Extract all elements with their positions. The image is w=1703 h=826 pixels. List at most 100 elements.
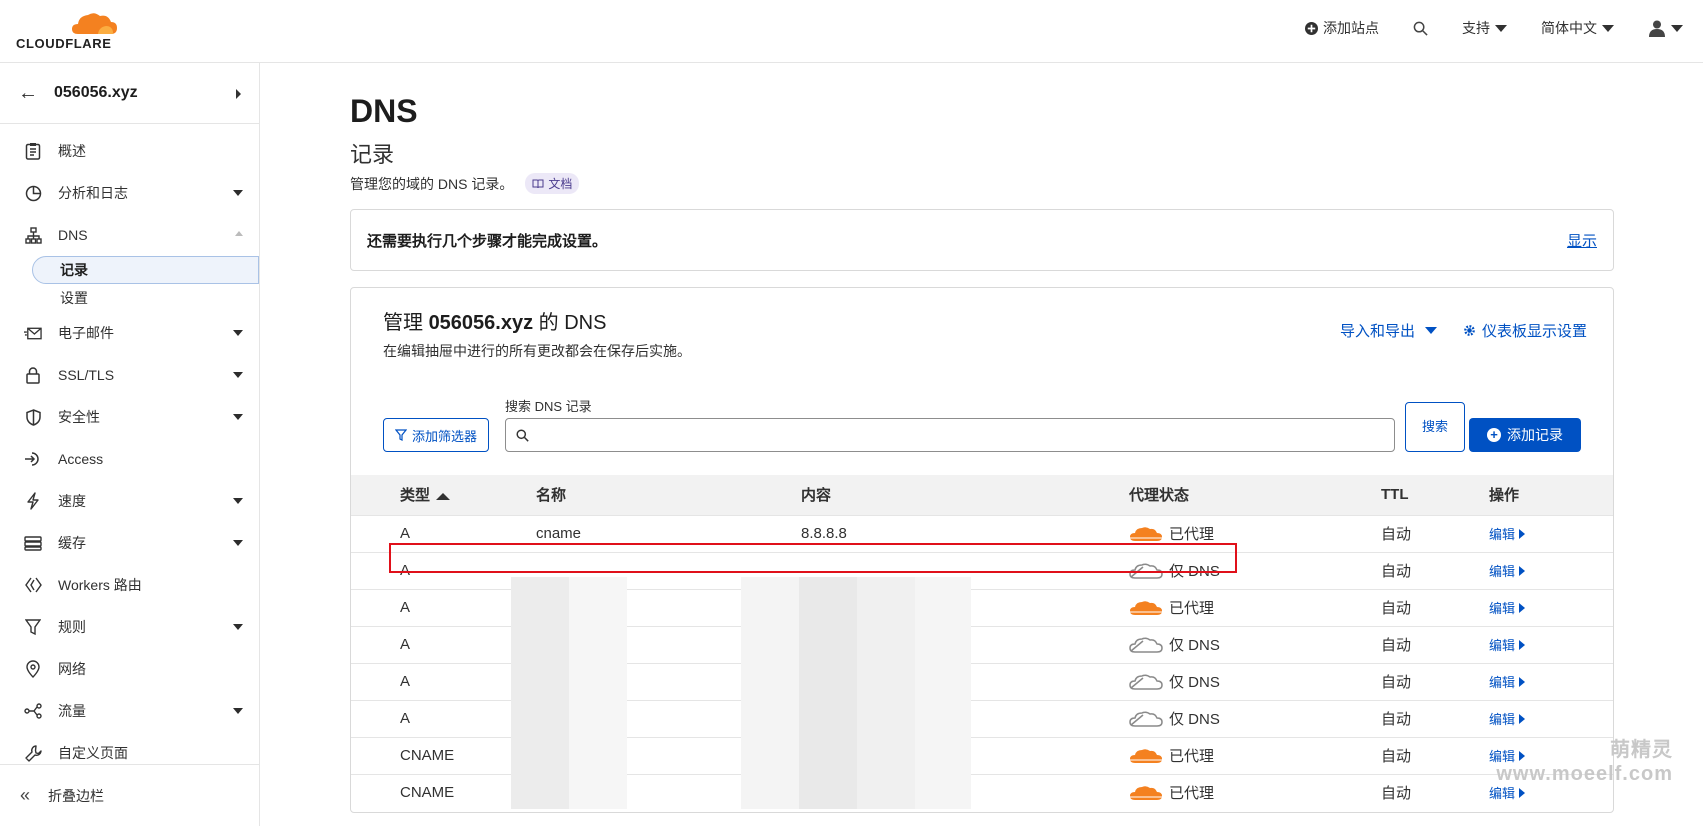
lock-icon bbox=[24, 366, 42, 384]
chevron-down-icon bbox=[233, 498, 243, 504]
watermark-line2: www.moeelf.com bbox=[1496, 763, 1673, 785]
sidebar-item-security[interactable]: 安全性 bbox=[0, 396, 259, 438]
language-menu[interactable]: 简体中文 bbox=[1541, 18, 1614, 38]
docs-label: 文档 bbox=[548, 177, 573, 191]
chevron-down-icon bbox=[233, 330, 243, 336]
sidebar-item-label: 缓存 bbox=[58, 535, 86, 551]
chevron-down-icon bbox=[233, 372, 243, 378]
proxy-status-label: 已代理 bbox=[1169, 600, 1215, 617]
cell-proxy-status: 仅 DNS bbox=[1129, 662, 1381, 700]
search-icon bbox=[1413, 21, 1428, 36]
add-site-button[interactable]: 添加站点 bbox=[1305, 18, 1379, 38]
add-filter-button[interactable]: 添加筛选器 bbox=[383, 418, 489, 452]
sidebar-item-access[interactable]: Access bbox=[0, 438, 259, 480]
top-header: CLOUDFLARE 添加站点 支持 简体中文 bbox=[0, 0, 1703, 63]
cell-ttl: 自动 bbox=[1381, 551, 1489, 589]
cell-actions: 编辑 bbox=[1489, 699, 1613, 737]
edit-button[interactable]: 编辑 bbox=[1489, 524, 1526, 543]
sidebar-item-traffic[interactable]: 流量 bbox=[0, 690, 259, 732]
chevron-down-icon bbox=[233, 624, 243, 630]
sidebar-item-label: Workers 路由 bbox=[58, 577, 142, 593]
sidebar-item-label: 网络 bbox=[58, 661, 86, 677]
arrow-left-icon[interactable]: ← bbox=[18, 82, 38, 105]
edit-button[interactable]: 编辑 bbox=[1489, 709, 1526, 728]
column-header-ttl: TTL bbox=[1381, 475, 1489, 515]
book-icon bbox=[532, 179, 544, 188]
shield-icon bbox=[24, 408, 42, 426]
import-export-menu[interactable]: 导入和导出 bbox=[1340, 320, 1437, 341]
location-pin-icon bbox=[24, 660, 42, 678]
search-button[interactable] bbox=[1413, 21, 1428, 36]
filter-icon bbox=[394, 429, 407, 441]
cell-proxy-status: 已代理 bbox=[1129, 736, 1381, 774]
sidebar-item-overview[interactable]: 概述 bbox=[0, 130, 259, 172]
cell-ttl: 自动 bbox=[1381, 588, 1489, 626]
cell-ttl: 自动 bbox=[1381, 773, 1489, 811]
watermark-line1: 萌精灵 bbox=[1610, 739, 1673, 761]
sidebar-item-workers-routes[interactable]: Workers 路由 bbox=[0, 564, 259, 606]
edit-button[interactable]: 编辑 bbox=[1489, 635, 1526, 654]
edit-button[interactable]: 编辑 bbox=[1489, 672, 1526, 691]
column-header-type[interactable]: 类型 bbox=[351, 475, 536, 515]
chevron-right-icon[interactable] bbox=[236, 89, 241, 99]
edit-label: 编辑 bbox=[1489, 564, 1516, 579]
clipboard-icon bbox=[24, 142, 42, 160]
chevron-right-icon bbox=[1519, 713, 1526, 724]
chevron-down-icon bbox=[233, 190, 243, 196]
cell-ttl: 自动 bbox=[1381, 514, 1489, 552]
cell-type: A bbox=[351, 699, 536, 737]
redacted-block bbox=[857, 577, 915, 809]
sidebar-item-rules[interactable]: 规则 bbox=[0, 606, 259, 648]
collapse-sidebar-button[interactable]: « 折叠边栏 bbox=[0, 764, 259, 826]
user-menu[interactable] bbox=[1648, 19, 1683, 37]
proxied-cloud-icon bbox=[1129, 785, 1162, 800]
sidebar-item-dns[interactable]: DNS bbox=[0, 214, 259, 256]
card-title-domain: 056056.xyz bbox=[428, 312, 534, 334]
lightning-icon bbox=[24, 492, 42, 510]
cell-ttl: 自动 bbox=[1381, 699, 1489, 737]
edit-button[interactable]: 编辑 bbox=[1489, 598, 1526, 617]
sidebar-item-ssl[interactable]: SSL/TLS bbox=[0, 354, 259, 396]
chevron-down-icon bbox=[233, 540, 243, 546]
page-title: DNS bbox=[350, 93, 418, 129]
dns-search-input[interactable] bbox=[505, 418, 1395, 452]
edit-button[interactable]: 编辑 bbox=[1489, 783, 1526, 802]
sidebar-domain-header[interactable]: ← 056056.xyz bbox=[0, 63, 259, 124]
language-label: 简体中文 bbox=[1541, 20, 1597, 36]
cell-type: A bbox=[351, 662, 536, 700]
add-site-label: 添加站点 bbox=[1323, 20, 1379, 36]
cloudflare-logo[interactable]: CLOUDFLARE bbox=[16, 10, 126, 52]
sidebar-sub-records[interactable]: 记录 bbox=[32, 256, 259, 284]
sidebar-sub-settings[interactable]: 设置 bbox=[0, 284, 259, 312]
sidebar-item-analytics[interactable]: 分析和日志 bbox=[0, 172, 259, 214]
redacted-block bbox=[511, 577, 569, 809]
docs-link[interactable]: 文档 bbox=[525, 173, 580, 194]
chevron-down-icon bbox=[233, 414, 243, 420]
edit-label: 编辑 bbox=[1489, 638, 1516, 653]
chevron-right-icon bbox=[1519, 676, 1526, 687]
chevron-down-icon bbox=[233, 708, 243, 714]
add-record-button[interactable]: + 添加记录 bbox=[1469, 418, 1581, 452]
sidebar-item-speed[interactable]: 速度 bbox=[0, 480, 259, 522]
sidebar-item-label: 概述 bbox=[58, 143, 86, 159]
cell-type: CNAME bbox=[351, 773, 536, 811]
dns-records-card: 管理 056056.xyz 的 DNS 在编辑抽屉中进行的所有更改都会在保存后实… bbox=[350, 287, 1614, 813]
chevron-down-icon bbox=[1671, 24, 1683, 32]
workers-icon bbox=[24, 576, 42, 594]
column-header-label: 类型 bbox=[400, 487, 431, 505]
support-menu[interactable]: 支持 bbox=[1462, 18, 1507, 38]
notice-show-link[interactable]: 显示 bbox=[1567, 230, 1597, 251]
page-subtitle: 记录 bbox=[350, 142, 395, 167]
proxied-cloud-icon bbox=[1129, 748, 1162, 763]
sidebar-item-email[interactable]: 电子邮件 bbox=[0, 312, 259, 354]
proxy-status-label: 已代理 bbox=[1169, 785, 1215, 803]
edit-button[interactable]: 编辑 bbox=[1489, 561, 1526, 580]
chevron-right-icon bbox=[1519, 639, 1526, 650]
gear-icon bbox=[1464, 325, 1475, 336]
sidebar-item-network[interactable]: 网络 bbox=[0, 648, 259, 690]
search-submit-button[interactable]: 搜索 bbox=[1405, 402, 1465, 452]
dashboard-settings-link[interactable]: 仪表板显示设置 bbox=[1463, 320, 1587, 341]
network-tree-icon bbox=[24, 226, 42, 244]
import-export-label: 导入和导出 bbox=[1339, 323, 1415, 340]
sidebar-item-cache[interactable]: 缓存 bbox=[0, 522, 259, 564]
